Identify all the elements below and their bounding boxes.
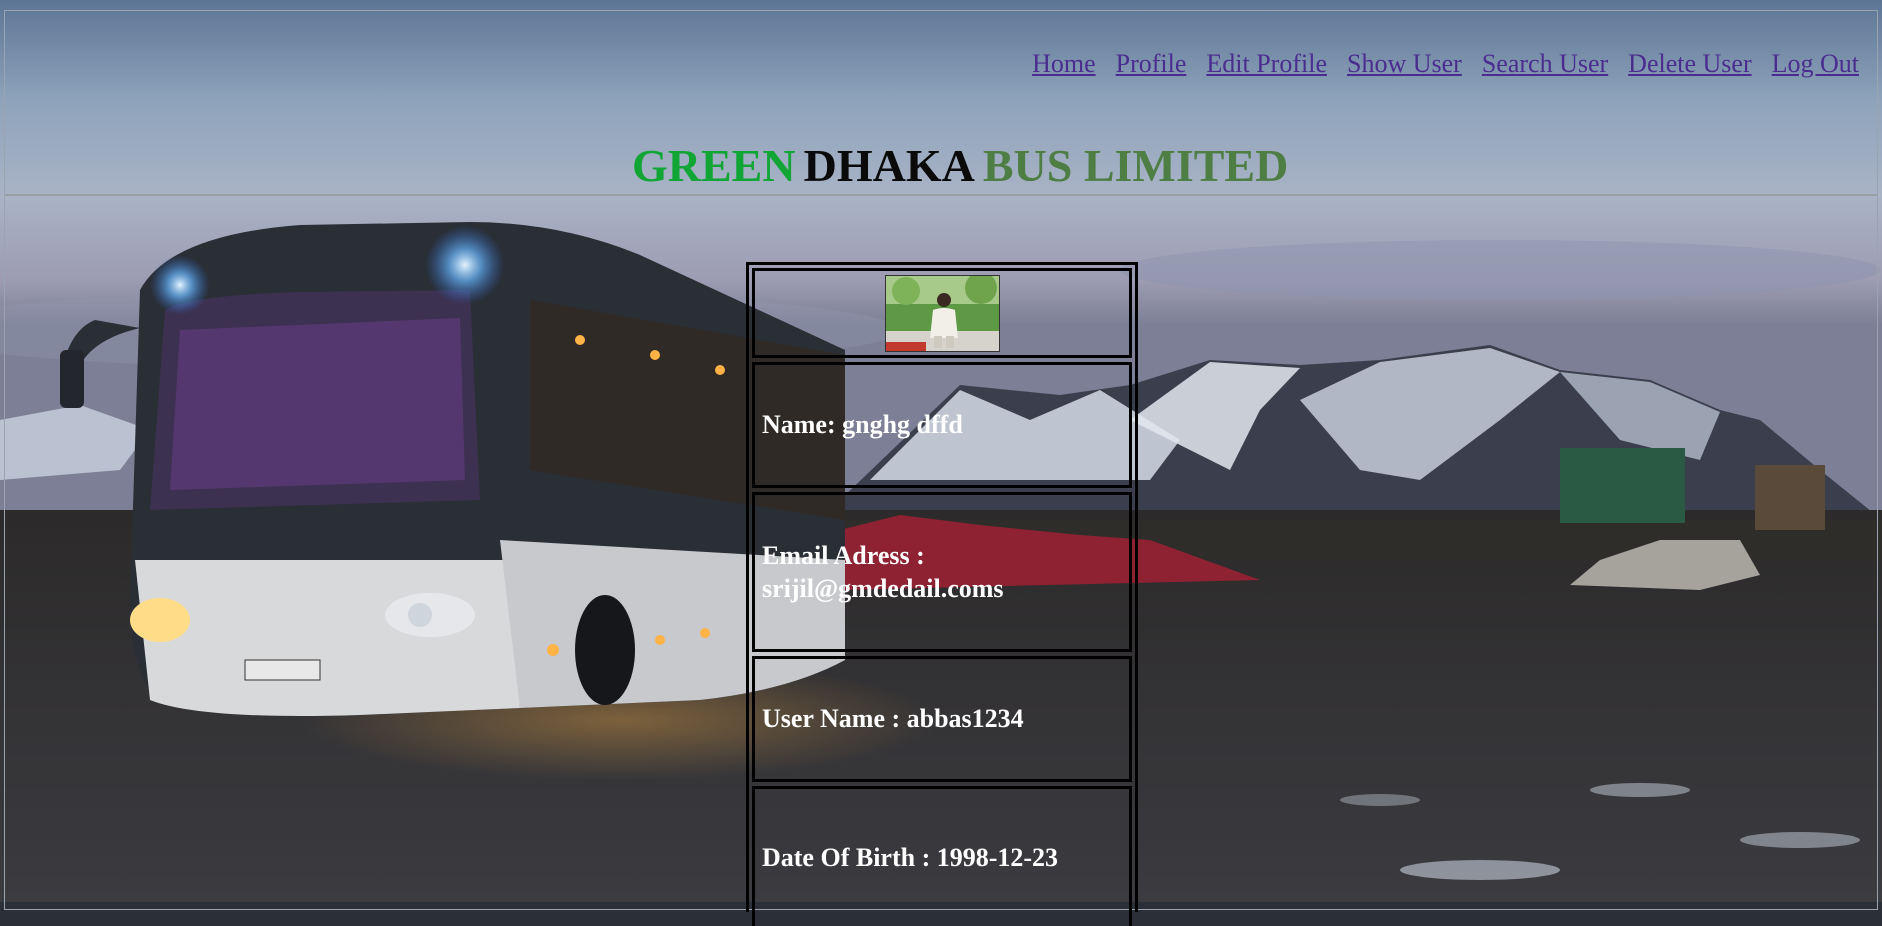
profile-dob: Date Of Birth : 1998-12-23 — [762, 842, 1059, 872]
profile-email-cell: Email Adress : srijil@gmdedail.coms — [752, 492, 1132, 652]
profile-username: User Name : abbas1234 — [762, 704, 1024, 733]
profile-table: Name: gnghg dffd Email Adress : srijil@g… — [746, 262, 1138, 926]
profile-dob-cell: Date Of Birth : 1998-12-23 — [752, 786, 1132, 926]
nav-edit-profile-link[interactable]: Edit Profile — [1206, 49, 1327, 79]
nav-home-link[interactable]: Home — [1032, 49, 1096, 79]
header: Home Profile Edit Profile Show User Sear… — [5, 11, 1877, 196]
profile-email-value: srijil@gmdedail.coms — [762, 574, 1004, 603]
brand-dhaka: DHAKA — [803, 140, 975, 191]
profile-username-cell: User Name : abbas1234 — [752, 656, 1132, 782]
nav-search-user-link[interactable]: Search User — [1482, 49, 1608, 79]
nav-logout-link[interactable]: Log Out — [1772, 49, 1859, 79]
user-photo — [884, 274, 1000, 352]
nav-show-user-link[interactable]: Show User — [1347, 49, 1462, 79]
nav-profile-link[interactable]: Profile — [1116, 49, 1187, 79]
brand-title: GREEN DHAKA BUS LIMITED — [632, 139, 1288, 192]
nav-delete-user-link[interactable]: Delete User — [1628, 49, 1751, 79]
profile-name: Name: gnghg dffd — [762, 410, 963, 439]
profile-name-cell: Name: gnghg dffd — [752, 362, 1132, 488]
brand-bus-limited: BUS LIMITED — [982, 140, 1289, 191]
top-nav: Home Profile Edit Profile Show User Sear… — [1032, 49, 1859, 79]
profile-email-label: Email Adress : — [762, 541, 925, 570]
user-photo-icon — [885, 275, 999, 351]
brand-green: GREEN — [632, 140, 796, 191]
profile-photo-cell — [752, 268, 1132, 358]
